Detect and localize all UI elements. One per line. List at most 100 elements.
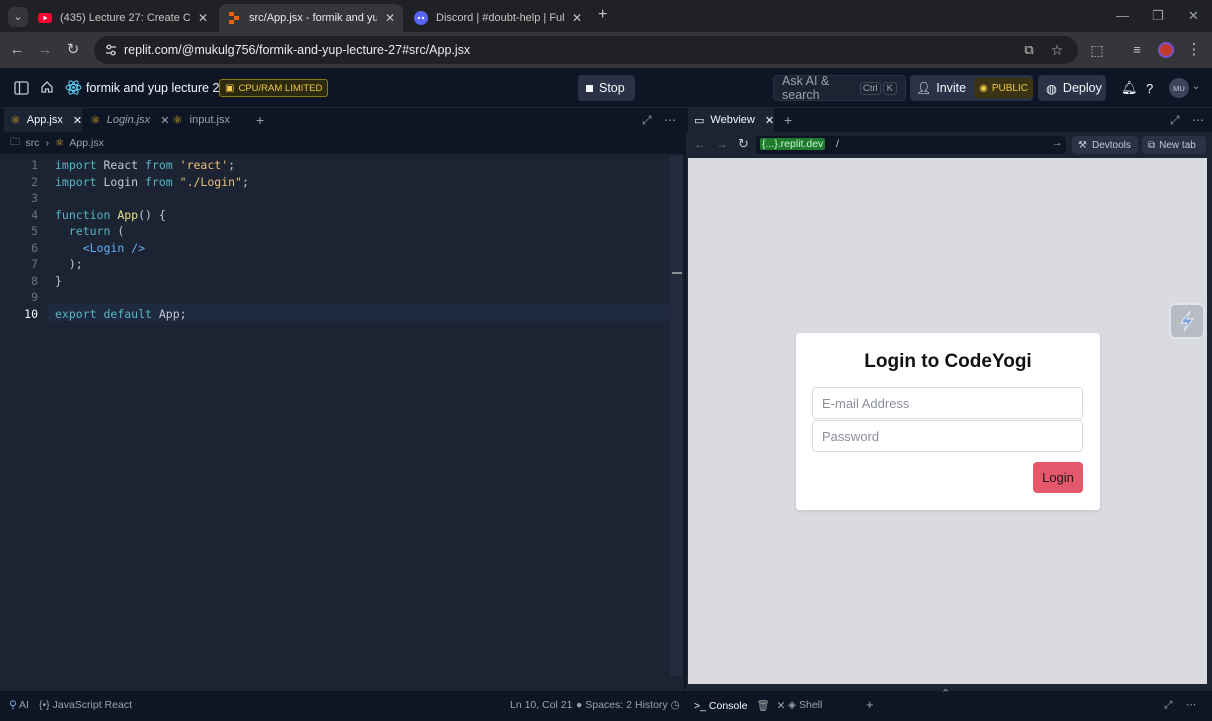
new-tab-plus-icon[interactable]: + <box>598 6 607 24</box>
more-options-icon[interactable]: ⋯ <box>658 108 682 132</box>
cursor-position[interactable]: Ln 10, Col 21 <box>510 699 572 711</box>
tab-login-jsx[interactable]: ⚛ Login.jsx ✕ <box>84 108 169 132</box>
ai-status[interactable]: ⚲ AI <box>9 699 29 711</box>
search-label: Ask AI & search <box>782 74 830 102</box>
invite-label: Invite <box>936 81 967 95</box>
back-arrow-icon[interactable]: ← <box>694 137 706 151</box>
new-tab-button[interactable]: ⧉ New tab <box>1142 136 1206 154</box>
function-name: App <box>117 208 139 222</box>
indentation[interactable]: ● Spaces: 2 <box>576 699 632 711</box>
close-icon[interactable]: ✕ <box>73 114 82 127</box>
trash-icon[interactable]: 🗑︎ <box>756 700 769 712</box>
more-menu-icon[interactable]: ⋮ <box>1185 41 1203 59</box>
sidebar-toggle-icon[interactable] <box>14 81 29 95</box>
invite-button[interactable]: 👤︎ Invite ◉ PUBLIC <box>910 75 1033 101</box>
discord-icon <box>414 11 428 25</box>
login-card: Login to CodeYogi Login <box>796 333 1100 510</box>
more-options-icon[interactable]: ⋯ <box>1186 699 1197 711</box>
tab-webview[interactable]: ▭ Webview ✕ <box>688 108 774 132</box>
breadcrumb-file[interactable]: App.jsx <box>69 137 103 149</box>
extensions-icon[interactable]: ⬚ <box>1088 41 1106 59</box>
more-options-icon[interactable]: ⋯ <box>1186 108 1210 132</box>
react-logo-icon <box>65 80 82 95</box>
restore-icon[interactable]: ❐ <box>1152 8 1164 24</box>
devtools-button[interactable]: ⚒ Devtools <box>1072 136 1138 154</box>
install-app-icon[interactable]: ⧉ <box>1020 41 1038 59</box>
line-number: 9 <box>31 290 38 304</box>
expand-icon[interactable]: ⤢ <box>1164 108 1186 132</box>
help-icon[interactable]: ? <box>1138 75 1161 101</box>
tab-search-chevron-icon[interactable]: ⌄ <box>8 7 28 27</box>
home-icon[interactable] <box>40 80 54 94</box>
browser-tab-discord[interactable]: Discord | #doubt-help | Full Sta ✕ <box>406 4 590 32</box>
editor-scrollbar[interactable] <box>670 156 682 676</box>
go-arrow-icon[interactable]: → <box>1052 137 1063 149</box>
close-icon[interactable]: ✕ <box>765 114 774 127</box>
expand-icon[interactable]: ⤢ <box>1164 699 1172 712</box>
chevron-down-icon[interactable]: ⌄ <box>1192 81 1200 92</box>
tab-shell[interactable]: ◈ Shell <box>788 699 822 711</box>
punctuation: ; <box>228 158 236 172</box>
add-tab-plus-icon[interactable]: + <box>250 108 270 132</box>
browser-tab-youtube[interactable]: (435) Lecture 27: Create Custom ✕ <box>30 4 218 32</box>
ask-ai-search-button[interactable]: Ask AI & search Ctrl K <box>773 74 906 102</box>
scroll-marker <box>672 272 682 274</box>
new-tab-label: New tab <box>1159 139 1196 151</box>
stop-button[interactable]: Stop <box>578 75 635 101</box>
tab-console[interactable]: >_ Console 🗑︎ ✕ <box>694 699 785 712</box>
line-number: 2 <box>31 175 38 189</box>
cpu-ram-limited-badge[interactable]: ▣ CPU/RAM LIMITED <box>219 79 329 97</box>
braces-icon: {•} <box>39 699 50 711</box>
address-bar[interactable]: replit.com/@mukulg756/formik-and-yup-lec… <box>94 36 1078 64</box>
browser-tab-replit[interactable]: src/App.jsx - formik and yup lec ✕ <box>219 4 403 32</box>
email-field[interactable] <box>812 387 1083 419</box>
tab-app-jsx[interactable]: ⚛ App.jsx ✕ <box>4 108 82 132</box>
profile-avatar[interactable] <box>1158 42 1174 58</box>
add-tab-plus-icon[interactable]: + <box>778 108 798 132</box>
code-line: import Login from "./Login"; <box>55 175 249 189</box>
react-file-icon: ⚛ <box>55 137 65 149</box>
language-mode[interactable]: {•} JavaScript React <box>39 699 132 711</box>
close-icon[interactable]: ✕ <box>572 11 582 25</box>
forward-arrow-icon[interactable]: → <box>36 41 54 59</box>
deploy-label: Deploy <box>1062 81 1102 95</box>
eye-icon: ◉ <box>979 82 988 94</box>
webview-url-bar[interactable]: {...}.replit.dev / → <box>756 136 1066 154</box>
url-domain: {...}.replit.dev <box>760 138 826 150</box>
back-arrow-icon[interactable]: ← <box>8 41 26 59</box>
webview-pane: ▭ Webview ✕ + ⤢ ⋯ ← → ↻ {...}.replit.dev… <box>686 108 1212 690</box>
reload-icon[interactable]: ↻ <box>64 41 82 59</box>
code-line: <Login /> <box>55 241 145 255</box>
deploy-button[interactable]: ◍ Deploy <box>1038 75 1106 101</box>
console-label: Console <box>708 700 748 712</box>
project-name[interactable]: formik and yup lecture 27 <box>86 81 226 95</box>
history-button[interactable]: History ◷ <box>635 699 680 711</box>
replit-icon <box>229 12 239 24</box>
tab-label: App.jsx <box>26 114 63 126</box>
react-file-icon: ⚛ <box>10 113 21 127</box>
folder-icon: 🗀︎ <box>10 136 21 148</box>
breadcrumb: 🗀︎ src › ⚛ App.jsx <box>0 132 684 154</box>
floating-assistant-button[interactable] <box>1169 303 1205 339</box>
close-icon[interactable]: ✕ <box>385 11 395 25</box>
site-settings-icon[interactable] <box>104 43 118 57</box>
password-field[interactable] <box>812 420 1083 452</box>
user-avatar[interactable]: MU <box>1169 78 1189 98</box>
tab-input-jsx[interactable]: ⚛ input.jsx <box>166 108 236 132</box>
login-button[interactable]: Login <box>1033 462 1083 493</box>
breadcrumb-folder[interactable]: src <box>26 137 40 149</box>
reload-icon[interactable]: ↻ <box>738 136 749 152</box>
code-line: import React from 'react'; <box>55 158 235 172</box>
public-badge[interactable]: ◉ PUBLIC <box>974 78 1033 98</box>
close-icon[interactable]: ✕ <box>198 11 208 25</box>
add-tab-plus-icon[interactable]: + <box>866 697 874 712</box>
window-close-icon[interactable]: ✕ <box>1188 8 1199 24</box>
close-icon[interactable]: ✕ <box>777 700 786 712</box>
chevron-up-icon[interactable]: ⌃ <box>941 687 950 700</box>
bookmark-star-icon[interactable]: ☆ <box>1048 41 1066 59</box>
webview-tab-bar: ▭ Webview ✕ + ⤢ ⋯ <box>686 108 1212 132</box>
forward-arrow-icon[interactable]: → <box>716 137 728 151</box>
minimize-icon[interactable]: — <box>1116 8 1129 23</box>
media-controls-icon[interactable]: ≡ <box>1128 41 1146 59</box>
expand-icon[interactable]: ⤢ <box>636 108 658 132</box>
